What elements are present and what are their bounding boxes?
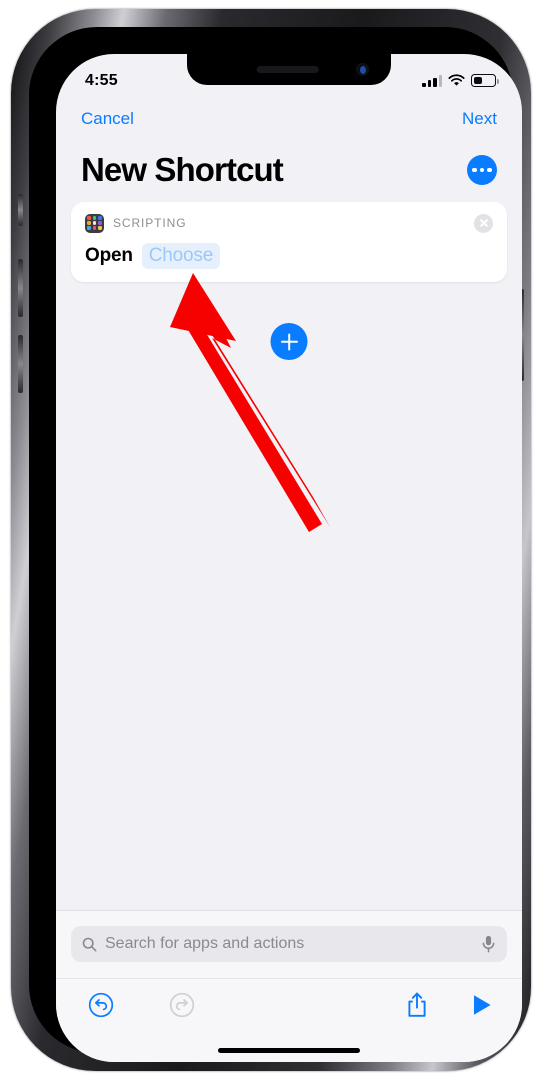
microphone-icon[interactable] (481, 935, 496, 953)
front-camera (356, 63, 369, 76)
status-bar-time: 4:55 (85, 71, 118, 89)
search-bar[interactable]: Search for apps and actions (71, 926, 507, 962)
volume-up-button[interactable] (18, 259, 23, 317)
navigation-bar: Cancel Next (56, 98, 522, 140)
status-bar-indicators (422, 74, 499, 87)
redo-icon (169, 992, 195, 1018)
action-parameter-choose[interactable]: Choose (141, 243, 221, 269)
ellipsis-icon[interactable] (467, 155, 497, 185)
home-indicator (218, 1048, 360, 1053)
action-card-header: SCRIPTING (85, 213, 493, 233)
search-input[interactable]: Search for apps and actions (105, 935, 481, 953)
notch (187, 54, 391, 85)
scripting-grid-icon (85, 213, 104, 233)
title-row: New Shortcut (56, 140, 522, 200)
play-icon[interactable] (471, 993, 493, 1017)
screenshot-root: 4:55 Cancel Next New Shortcut SCRIPTING … (0, 0, 542, 1080)
phone-frame: 4:55 Cancel Next New Shortcut SCRIPTING … (11, 9, 531, 1071)
bottom-panel: Search for apps and actions (56, 910, 522, 1062)
action-category-label: SCRIPTING (113, 216, 187, 230)
search-icon (82, 937, 97, 951)
share-icon[interactable] (405, 991, 429, 1019)
action-card-body: Open Choose (85, 243, 493, 269)
add-action-button[interactable] (270, 323, 308, 360)
page-title: New Shortcut (81, 151, 284, 188)
phone-bezel: 4:55 Cancel Next New Shortcut SCRIPTING … (29, 27, 522, 1062)
action-keyword: Open (85, 245, 133, 266)
cancel-button[interactable]: Cancel (81, 109, 134, 129)
battery-icon (471, 74, 499, 87)
editor-toolbar (56, 978, 522, 1030)
undo-icon[interactable] (88, 992, 114, 1018)
close-circle-icon[interactable] (474, 213, 493, 233)
wifi-icon (448, 74, 465, 86)
volume-down-button[interactable] (18, 335, 23, 393)
signal-bars-icon (422, 75, 442, 87)
phone-screen: 4:55 Cancel Next New Shortcut SCRIPTING … (56, 54, 522, 1062)
action-card[interactable]: SCRIPTING Open Choose (71, 202, 507, 282)
mute-switch[interactable] (18, 194, 23, 226)
next-button[interactable]: Next (462, 109, 497, 129)
earpiece-speaker (256, 66, 319, 73)
